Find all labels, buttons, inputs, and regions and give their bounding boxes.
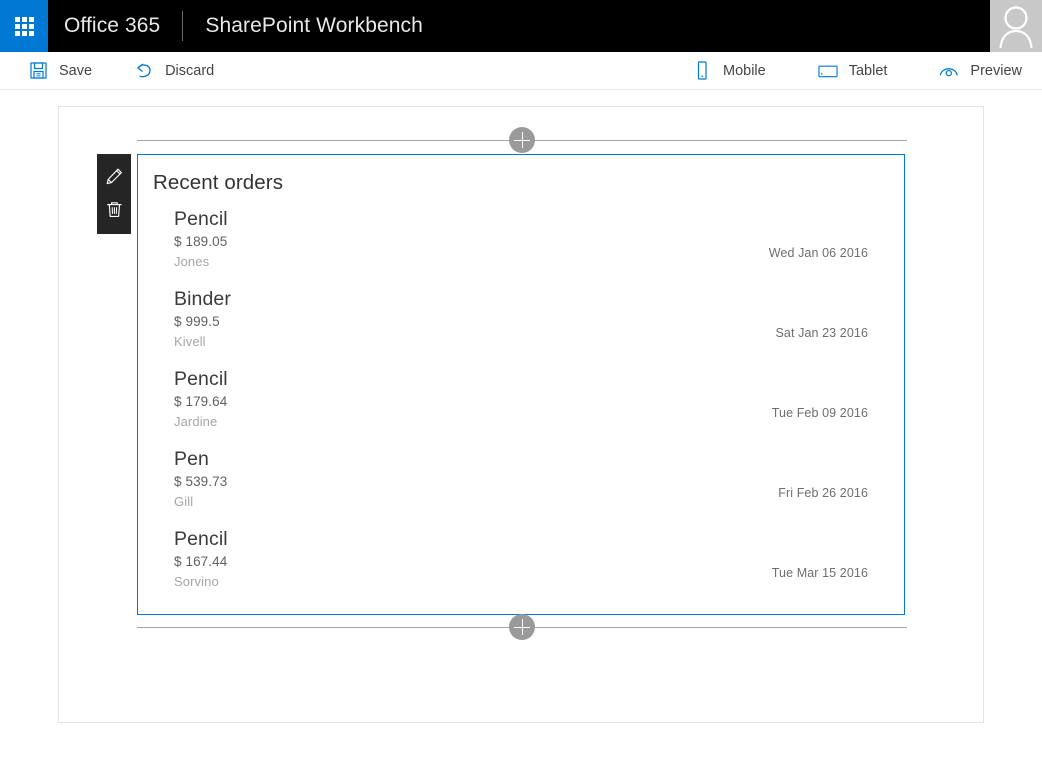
- save-label: Save: [59, 62, 93, 79]
- webpart-toolbar: [97, 154, 131, 234]
- order-date: Tue Feb 09 2016: [771, 406, 868, 420]
- page-canvas: Recent orders Pencil $ 189.05 Jones Wed …: [58, 106, 984, 723]
- order-product: Pencil: [174, 368, 228, 390]
- order-product: Binder: [174, 288, 231, 310]
- mobile-icon: [692, 61, 712, 81]
- order-product: Pencil: [174, 208, 228, 230]
- edit-webpart-button[interactable]: [97, 160, 131, 193]
- trash-icon: [106, 202, 122, 217]
- discard-button[interactable]: Discard: [134, 52, 214, 89]
- order-row[interactable]: Pencil $ 189.05 Jones Wed Jan 06 2016: [138, 207, 904, 287]
- order-product: Pen: [174, 448, 209, 470]
- person-icon: [999, 6, 1033, 48]
- command-bar-right-group: Mobile Tablet Preview: [640, 52, 1022, 89]
- command-bar: Save Discard Mobile Tablet Preview: [0, 52, 1042, 90]
- add-webpart-zone-bottom: [137, 614, 907, 640]
- save-icon: [28, 61, 48, 81]
- order-date: Fri Feb 26 2016: [778, 486, 868, 500]
- brand-separator: [182, 11, 184, 41]
- app-title: SharePoint Workbench: [205, 14, 423, 37]
- edit-pencil-icon: [106, 168, 122, 185]
- mobile-view-button[interactable]: Mobile: [692, 52, 766, 89]
- order-date: Wed Jan 06 2016: [768, 246, 868, 260]
- delete-webpart-button[interactable]: [97, 193, 131, 226]
- tablet-icon: [818, 61, 838, 81]
- suite-bar: Office 365 SharePoint Workbench: [0, 0, 1042, 52]
- order-row[interactable]: Pencil $ 179.64 Jardine Tue Feb 09 2016: [138, 367, 904, 447]
- order-date: Tue Mar 15 2016: [771, 566, 868, 580]
- undo-icon: [134, 61, 154, 81]
- avatar[interactable]: [990, 0, 1042, 52]
- order-row[interactable]: Pencil $ 167.44 Sorvino Tue Mar 15 2016: [138, 527, 904, 607]
- command-bar-left-group: Save Discard: [28, 52, 256, 89]
- order-row[interactable]: Binder $ 999.5 Kivell Sat Jan 23 2016: [138, 287, 904, 367]
- preview-button[interactable]: Preview: [939, 52, 1022, 89]
- suite-branding: Office 365 SharePoint Workbench: [48, 0, 423, 52]
- discard-label: Discard: [165, 62, 215, 79]
- add-webpart-zone-top: [137, 127, 907, 153]
- suite-brand-label[interactable]: Office 365: [64, 14, 160, 38]
- preview-label: Preview: [970, 62, 1022, 79]
- mobile-label: Mobile: [723, 62, 766, 79]
- save-button[interactable]: Save: [28, 52, 92, 89]
- tablet-view-button[interactable]: Tablet: [818, 52, 888, 89]
- add-webpart-button-bottom[interactable]: [509, 614, 535, 640]
- order-date: Sat Jan 23 2016: [775, 326, 868, 340]
- add-webpart-button-top[interactable]: [509, 127, 535, 153]
- tablet-label: Tablet: [848, 62, 888, 79]
- webpart-title: Recent orders: [153, 171, 284, 194]
- order-row[interactable]: Pen $ 539.73 Gill Fri Feb 26 2016: [138, 447, 904, 527]
- eye-icon: [939, 61, 959, 81]
- order-product: Pencil: [174, 528, 228, 550]
- orders-list: Pencil $ 189.05 Jones Wed Jan 06 2016 Bi…: [138, 195, 904, 607]
- webpart-recent-orders[interactable]: Recent orders Pencil $ 189.05 Jones Wed …: [97, 154, 905, 615]
- app-launcher-button[interactable]: [0, 0, 48, 52]
- waffle-icon: [14, 16, 34, 36]
